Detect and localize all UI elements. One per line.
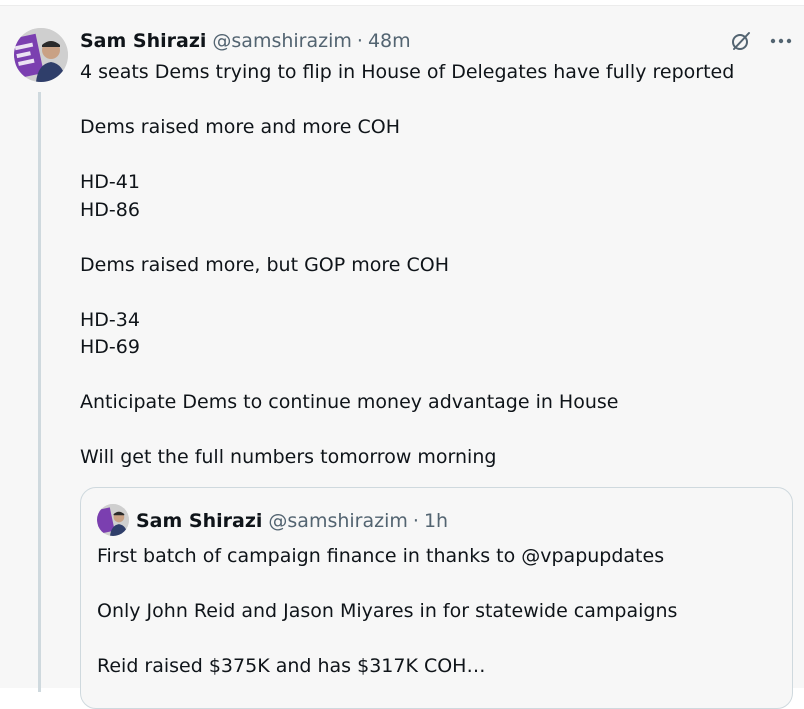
tweet-text-line: HD-69 — [80, 336, 140, 358]
tweet-text-line: HD-34 — [80, 308, 140, 331]
quoted-timestamp[interactable]: 1h — [424, 510, 448, 532]
tweet-text-line — [80, 417, 770, 445]
tweet-card[interactable]: Sam Shirazi @samshirazim · 48m 4 seats D… — [0, 5, 804, 709]
quoted-text-line — [97, 571, 777, 599]
author-name[interactable]: Sam Shirazi — [80, 30, 206, 52]
tweet-actions — [728, 28, 794, 54]
quoted-tweet-text: First batch of campaign finance in thank… — [97, 543, 777, 681]
tweet-text-line: 4 seats Dems trying to flip in House of … — [80, 61, 735, 83]
avatar-image — [14, 28, 68, 82]
tweet-text-line — [80, 362, 770, 390]
quoted-tweet-header: Sam Shirazi @samshirazim · 1h — [136, 508, 448, 534]
quoted-text-line: Only John Reid and Jason Miyares in for … — [97, 600, 678, 622]
separator-dot: · — [356, 30, 363, 52]
quoted-tweet[interactable]: Sam Shirazi @samshirazim · 1h First batc… — [80, 487, 793, 709]
tweet-text-line — [80, 224, 770, 252]
thread-line — [38, 92, 41, 692]
tweet-header: Sam Shirazi @samshirazim · 48m — [80, 28, 411, 54]
tweet-text-line: Dems raised more, but GOP more COH — [80, 253, 450, 276]
quoted-text-line: First batch of campaign finance in thank… — [97, 545, 665, 567]
tweet-text-line — [80, 142, 770, 170]
quoted-author-name[interactable]: Sam Shirazi — [136, 510, 262, 532]
quoted-author-avatar[interactable] — [97, 504, 129, 536]
tweet-text-line — [80, 87, 770, 115]
author-avatar[interactable] — [14, 28, 68, 82]
avatar-image — [97, 504, 129, 536]
separator-dot: · — [412, 510, 419, 532]
quoted-text-line: Reid raised $375K and has $317K COH… — [97, 655, 486, 677]
timestamp[interactable]: 48m — [368, 30, 411, 52]
more-options-icon[interactable] — [768, 28, 794, 54]
tweet-text-line: HD-41 — [80, 171, 140, 193]
tweet-text-line: Anticipate Dems to continue money advant… — [80, 391, 619, 413]
tweet-text: 4 seats Dems trying to flip in House of … — [80, 59, 770, 472]
grok-icon[interactable] — [728, 28, 754, 54]
quoted-text-line — [97, 626, 777, 654]
tweet-text-line: HD-86 — [80, 198, 140, 221]
tweet-text-line: Dems raised more and more COH — [80, 116, 400, 138]
tweet-text-line: Will get the full numbers tomorrow morni… — [80, 446, 497, 468]
author-handle[interactable]: @samshirazim — [212, 30, 352, 52]
quoted-author-handle[interactable]: @samshirazim — [268, 510, 408, 532]
tweet-text-line — [80, 279, 770, 307]
